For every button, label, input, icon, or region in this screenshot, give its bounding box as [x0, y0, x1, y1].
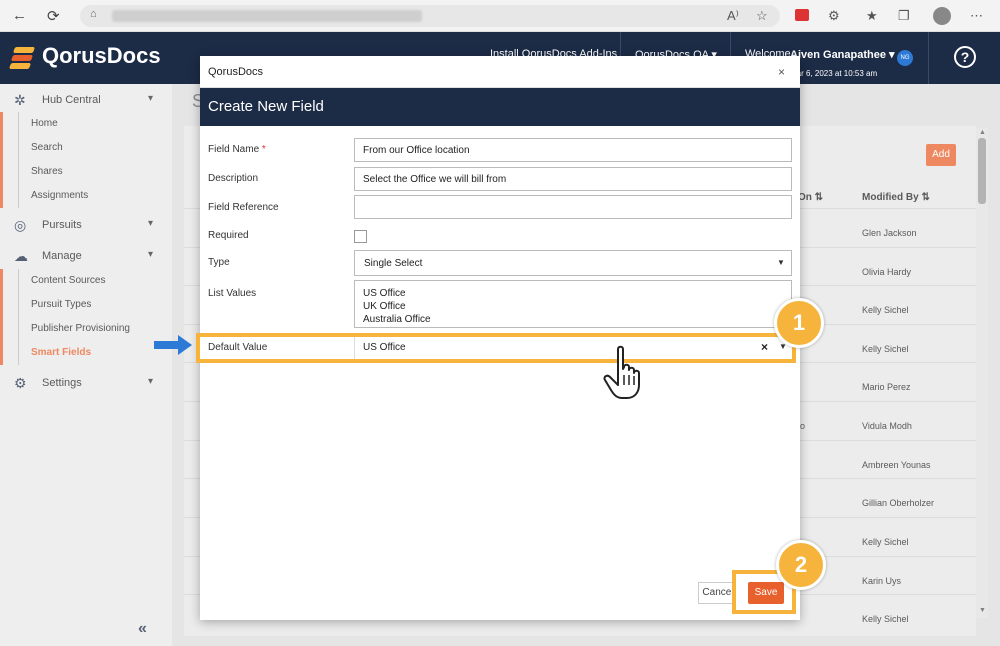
help-icon[interactable]: ?: [954, 46, 976, 68]
list-values-label: List Values: [208, 288, 257, 299]
field-name-input[interactable]: From our Office location: [354, 138, 792, 162]
clear-icon[interactable]: ×: [761, 340, 768, 354]
required-checkbox[interactable]: [354, 230, 367, 243]
description-label: Description: [208, 173, 259, 184]
user-menu[interactable]: Aiven Ganapathee ▾: [790, 48, 895, 61]
dialog-title: Create New Field: [208, 98, 324, 115]
hand-cursor-icon: [603, 345, 640, 399]
last-login: Mar 6, 2023 at 10:53 am: [790, 69, 878, 78]
type-label: Type: [208, 257, 230, 268]
create-field-dialog: QorusDocs × Create New Field Field Name …: [196, 56, 800, 620]
field-reference-label: Field Reference: [208, 202, 279, 213]
url-text: [112, 10, 422, 22]
qorusdocs-logo-icon: [8, 43, 38, 71]
back-icon[interactable]: ←: [12, 7, 27, 24]
chevron-down-icon: ▼: [777, 258, 785, 267]
dialog-titlebar: QorusDocs ×: [200, 56, 800, 88]
puzzle-icon[interactable]: ⚙: [828, 8, 840, 24]
default-value-select[interactable]: US Office × ▼: [354, 337, 792, 359]
help-area: ?: [928, 32, 1000, 84]
step-1-badge: 1: [774, 298, 824, 348]
extension-icon[interactable]: [795, 9, 809, 21]
type-select[interactable]: Single Select ▼: [354, 250, 792, 276]
profile-icon[interactable]: [933, 7, 951, 25]
dialog-header: Create New Field: [200, 88, 800, 126]
logo-text: QorusDocs: [42, 43, 161, 68]
more-icon[interactable]: ⋯: [970, 8, 983, 24]
avatar[interactable]: NG: [897, 50, 913, 66]
field-name-label: Field Name *: [208, 144, 266, 155]
field-reference-input[interactable]: [354, 195, 792, 219]
address-bar[interactable]: ⌂: [80, 5, 780, 27]
browser-toolbar: ← ⟳ ⌂ A⁾ ☆ ⚙ ★ ❐ ⋯: [0, 0, 1000, 32]
dialog-window-title: QorusDocs: [208, 66, 264, 78]
favorites-icon[interactable]: ★: [866, 8, 878, 24]
reload-icon[interactable]: ⟳: [47, 7, 60, 25]
collections-icon[interactable]: ❐: [898, 8, 910, 24]
read-aloud-icon[interactable]: A⁾: [727, 8, 739, 24]
arrow-right-icon: [154, 335, 192, 355]
home-icon: ⌂: [90, 8, 97, 20]
default-value-highlight: Default Value US Office × ▼: [196, 333, 796, 363]
favorite-add-icon[interactable]: ☆: [756, 8, 768, 24]
save-button[interactable]: Save: [748, 582, 784, 604]
list-values-textarea[interactable]: US Office UK Office Australia Office: [354, 280, 792, 328]
step-2-badge: 2: [776, 540, 826, 590]
required-label: Required: [208, 230, 249, 241]
description-input[interactable]: Select the Office we will bill from: [354, 167, 792, 191]
close-icon[interactable]: ×: [778, 65, 785, 79]
default-value-label: Default Value: [208, 342, 268, 353]
